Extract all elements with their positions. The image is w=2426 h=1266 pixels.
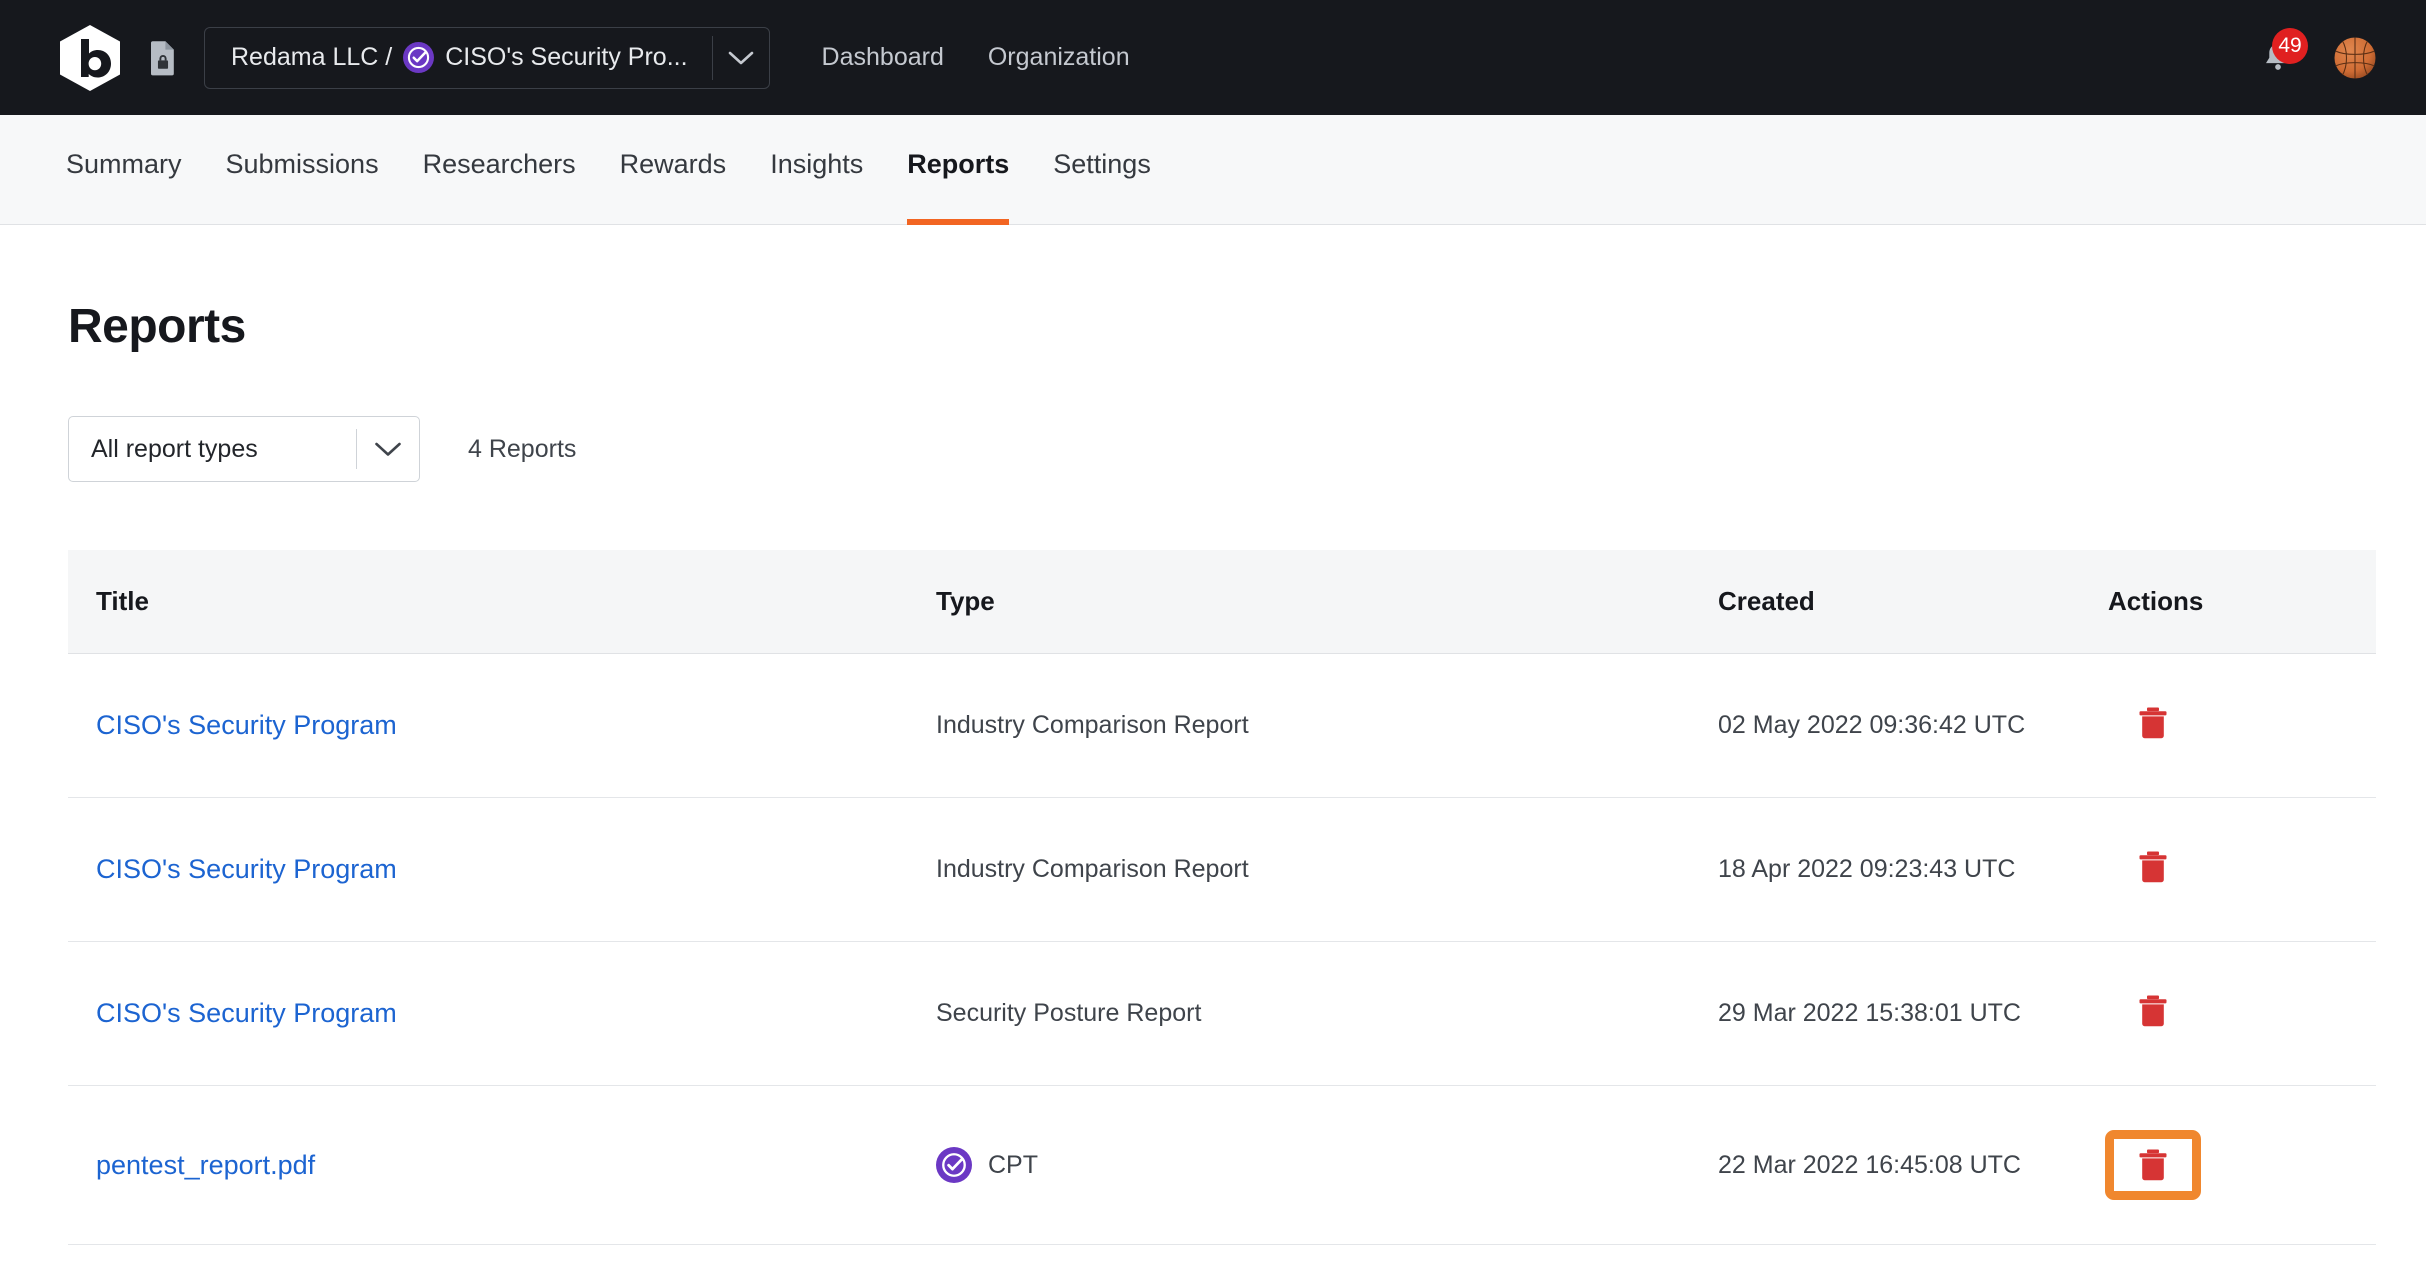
filter-row: All report types 4 Reports — [68, 416, 2382, 482]
column-header-title[interactable]: Title — [68, 550, 936, 654]
column-header-actions: Actions — [2108, 550, 2376, 654]
cpt-badge-icon — [936, 1147, 972, 1183]
report-type-label: Industry Comparison Report — [936, 855, 1249, 883]
cell-created: 22 Mar 2022 16:45:08 UTC — [1718, 1085, 2108, 1245]
chevron-down-icon[interactable] — [713, 50, 769, 66]
cell-actions — [2108, 653, 2376, 798]
cell-type: Security Posture Report — [936, 941, 1718, 1086]
page-title: Reports — [68, 300, 246, 353]
delete-report-button[interactable] — [2136, 704, 2170, 742]
table-row: CISO's Security Program Security Posture… — [68, 941, 2376, 1086]
chevron-down-icon[interactable] — [357, 441, 419, 458]
org-name-label: Redama LLC / — [231, 43, 393, 71]
column-header-type[interactable]: Type — [936, 550, 1718, 654]
report-title-link[interactable]: CISO's Security Program — [96, 710, 397, 740]
reports-table: Title Type Created Actions CISO's Securi… — [68, 550, 2376, 1245]
table-row: CISO's Security Program Industry Compari… — [68, 653, 2376, 798]
tab-submissions[interactable]: Submissions — [204, 115, 401, 225]
report-type-select[interactable]: All report types — [68, 416, 420, 482]
table-header-row: Title Type Created Actions — [68, 550, 2376, 654]
table-row: CISO's Security Program Industry Compari… — [68, 797, 2376, 942]
cell-actions — [2105, 1085, 2376, 1245]
trash-icon — [2139, 851, 2167, 883]
cell-title: CISO's Security Program — [68, 653, 936, 798]
user-avatar[interactable] — [2334, 37, 2376, 79]
tab-rewards[interactable]: Rewards — [598, 115, 749, 225]
report-type-label: CPT — [988, 1150, 1038, 1179]
tab-insights[interactable]: Insights — [748, 115, 885, 225]
cell-type: Industry Comparison Report — [936, 797, 1718, 942]
cell-actions — [2108, 797, 2376, 942]
program-name-label: CISO's Security Pro... — [445, 43, 688, 71]
trash-icon — [2139, 995, 2167, 1027]
bugcrowd-logo[interactable] — [56, 23, 124, 93]
cell-title: CISO's Security Program — [68, 797, 936, 942]
report-type-label: Industry Comparison Report — [936, 711, 1249, 739]
report-type-select-value: All report types — [91, 434, 258, 463]
delete-report-button[interactable] — [2136, 848, 2170, 886]
notification-count-badge: 49 — [2272, 27, 2308, 64]
cell-actions — [2108, 941, 2376, 1086]
delete-report-button[interactable] — [2136, 1146, 2170, 1184]
delete-report-button[interactable] — [2136, 992, 2170, 1030]
nav-item-dashboard[interactable]: Dashboard — [800, 43, 966, 72]
cell-type: Industry Comparison Report — [936, 653, 1718, 798]
org-program-switcher[interactable]: Redama LLC / CISO's Security Pro... — [204, 26, 770, 89]
cell-created: 18 Apr 2022 09:23:43 UTC — [1718, 797, 2108, 942]
reports-table-header: Title Type Created Actions — [68, 550, 2376, 654]
report-title-link[interactable]: pentest_report.pdf — [96, 1150, 315, 1180]
cell-created: 29 Mar 2022 15:38:01 UTC — [1718, 941, 2108, 1086]
cell-title: CISO's Security Program — [68, 941, 936, 1086]
cell-type: CPT — [936, 1085, 1718, 1245]
report-title-link[interactable]: CISO's Security Program — [96, 854, 397, 884]
cell-created: 02 May 2022 09:36:42 UTC — [1718, 653, 2108, 798]
report-type-label: Security Posture Report — [936, 999, 1202, 1027]
report-count-label: 4 Reports — [468, 434, 577, 463]
table-row: pentest_report.pdf CPT 22 Mar 2022 16:45… — [68, 1085, 2376, 1245]
cell-title: pentest_report.pdf — [68, 1085, 936, 1245]
tab-summary[interactable]: Summary — [44, 115, 204, 225]
report-title-link[interactable]: CISO's Security Program — [96, 998, 397, 1028]
trash-icon — [2139, 1149, 2167, 1181]
tab-researchers[interactable]: Researchers — [401, 115, 598, 225]
highlighted-action-region — [2105, 1130, 2201, 1200]
column-header-created[interactable]: Created — [1718, 550, 2108, 654]
top-header-bar: Redama LLC / CISO's Security Pro... Dash… — [0, 0, 2426, 115]
reports-table-body: CISO's Security Program Industry Compari… — [68, 653, 2376, 1245]
tab-settings[interactable]: Settings — [1031, 115, 1173, 225]
document-lock-icon — [151, 40, 174, 75]
ciso-program-badge-icon — [403, 42, 435, 73]
trash-icon — [2139, 707, 2167, 739]
org-switcher-text: Redama LLC / CISO's Security Pro... — [231, 42, 688, 73]
program-subnav: Summary Submissions Researchers Rewards … — [0, 115, 2426, 225]
top-right-controls: 49 — [2260, 27, 2388, 79]
main-content: Reports All report types 4 Reports Title… — [0, 299, 2426, 1245]
primary-nav: Dashboard Organization — [800, 43, 1152, 72]
notifications-button[interactable]: 49 — [2260, 27, 2308, 76]
nav-item-organization[interactable]: Organization — [966, 43, 1152, 72]
tab-reports[interactable]: Reports — [885, 115, 1031, 225]
